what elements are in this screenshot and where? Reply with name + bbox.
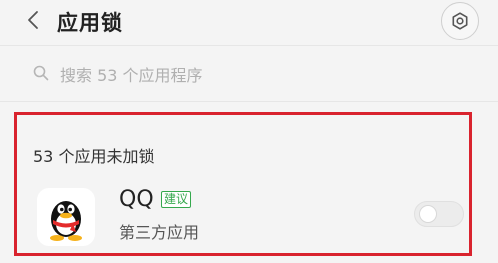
app-lock-toggle[interactable] [414, 201, 464, 227]
gear-icon [452, 12, 468, 30]
chevron-left-icon[interactable] [26, 10, 40, 30]
toggle-knob [419, 205, 437, 223]
recommended-badge: 建议 [161, 191, 192, 208]
search-divider [0, 101, 498, 102]
search-bar[interactable]: 搜索 53 个应用程序 [0, 46, 498, 100]
settings-button[interactable] [441, 2, 479, 40]
top-bar: 应用锁 [0, 0, 498, 44]
page-title: 应用锁 [57, 11, 123, 35]
app-category: 第三方应用 [119, 223, 200, 242]
unlocked-apps-section: 53 个应用未加锁 QQ 建议 第三方应用 [14, 112, 472, 256]
search-icon [33, 65, 49, 81]
list-item[interactable]: QQ 建议 第三方应用 [17, 179, 469, 253]
search-input[interactable]: 搜索 53 个应用程序 [60, 62, 203, 86]
qq-penguin-icon [37, 188, 95, 246]
section-header: 53 个应用未加锁 [33, 147, 155, 166]
app-name: QQ [119, 187, 154, 212]
